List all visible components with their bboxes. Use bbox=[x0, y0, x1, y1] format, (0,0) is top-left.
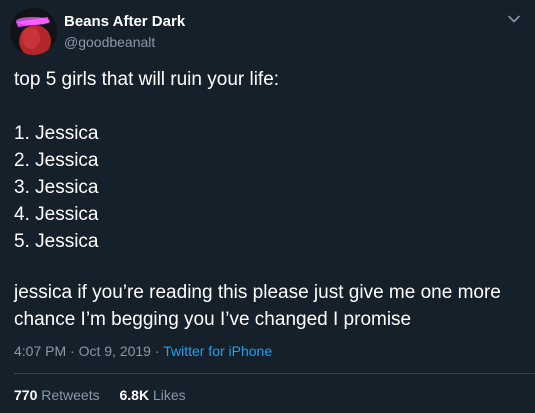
bean-avatar-icon bbox=[10, 8, 57, 55]
tweet-intro: top 5 girls that will ruin your life: bbox=[14, 69, 280, 90]
tweet-header: Beans After Dark @goodbeanalt bbox=[10, 8, 525, 56]
likes-stat[interactable]: 6.8K Likes bbox=[120, 387, 186, 403]
chevron-down-icon[interactable] bbox=[507, 12, 521, 26]
list-item: 2. Jessica bbox=[14, 150, 99, 171]
tweet-time[interactable]: 4:07 PM bbox=[14, 343, 66, 359]
divider bbox=[14, 373, 535, 374]
tweet-card: Beans After Dark @goodbeanalt top 5 girl… bbox=[0, 0, 535, 413]
list-item: 4. Jessica bbox=[14, 204, 99, 225]
avatar[interactable] bbox=[10, 8, 57, 55]
likes-label: Likes bbox=[152, 387, 186, 403]
meta-separator: · bbox=[154, 343, 160, 359]
list-item: 3. Jessica bbox=[14, 177, 99, 198]
retweets-count: 770 bbox=[14, 387, 38, 403]
tweet-metadata: 4:07 PM · Oct 9, 2019 · Twitter for iPho… bbox=[14, 342, 272, 360]
likes-count: 6.8K bbox=[119, 387, 150, 403]
meta-separator: · bbox=[70, 343, 75, 359]
list-item: 5. Jessica bbox=[14, 231, 99, 252]
tweet-source-link[interactable]: Twitter for iPhone bbox=[163, 343, 272, 359]
author-handle[interactable]: @goodbeanalt bbox=[64, 33, 155, 51]
retweets-label: Retweets bbox=[41, 387, 100, 403]
tweet-closing-text: jessica if you’re reading this please ju… bbox=[14, 282, 501, 330]
tweet-stats: 770 Retweets 6.8K Likes bbox=[14, 386, 202, 404]
retweets-stat[interactable]: 770 Retweets bbox=[14, 387, 104, 403]
list-item: 1. Jessica bbox=[14, 123, 99, 144]
tweet-date[interactable]: Oct 9, 2019 bbox=[79, 343, 151, 359]
tweet-text: top 5 girls that will ruin your life: 1.… bbox=[14, 66, 523, 255]
author-display-name[interactable]: Beans After Dark bbox=[64, 13, 185, 31]
